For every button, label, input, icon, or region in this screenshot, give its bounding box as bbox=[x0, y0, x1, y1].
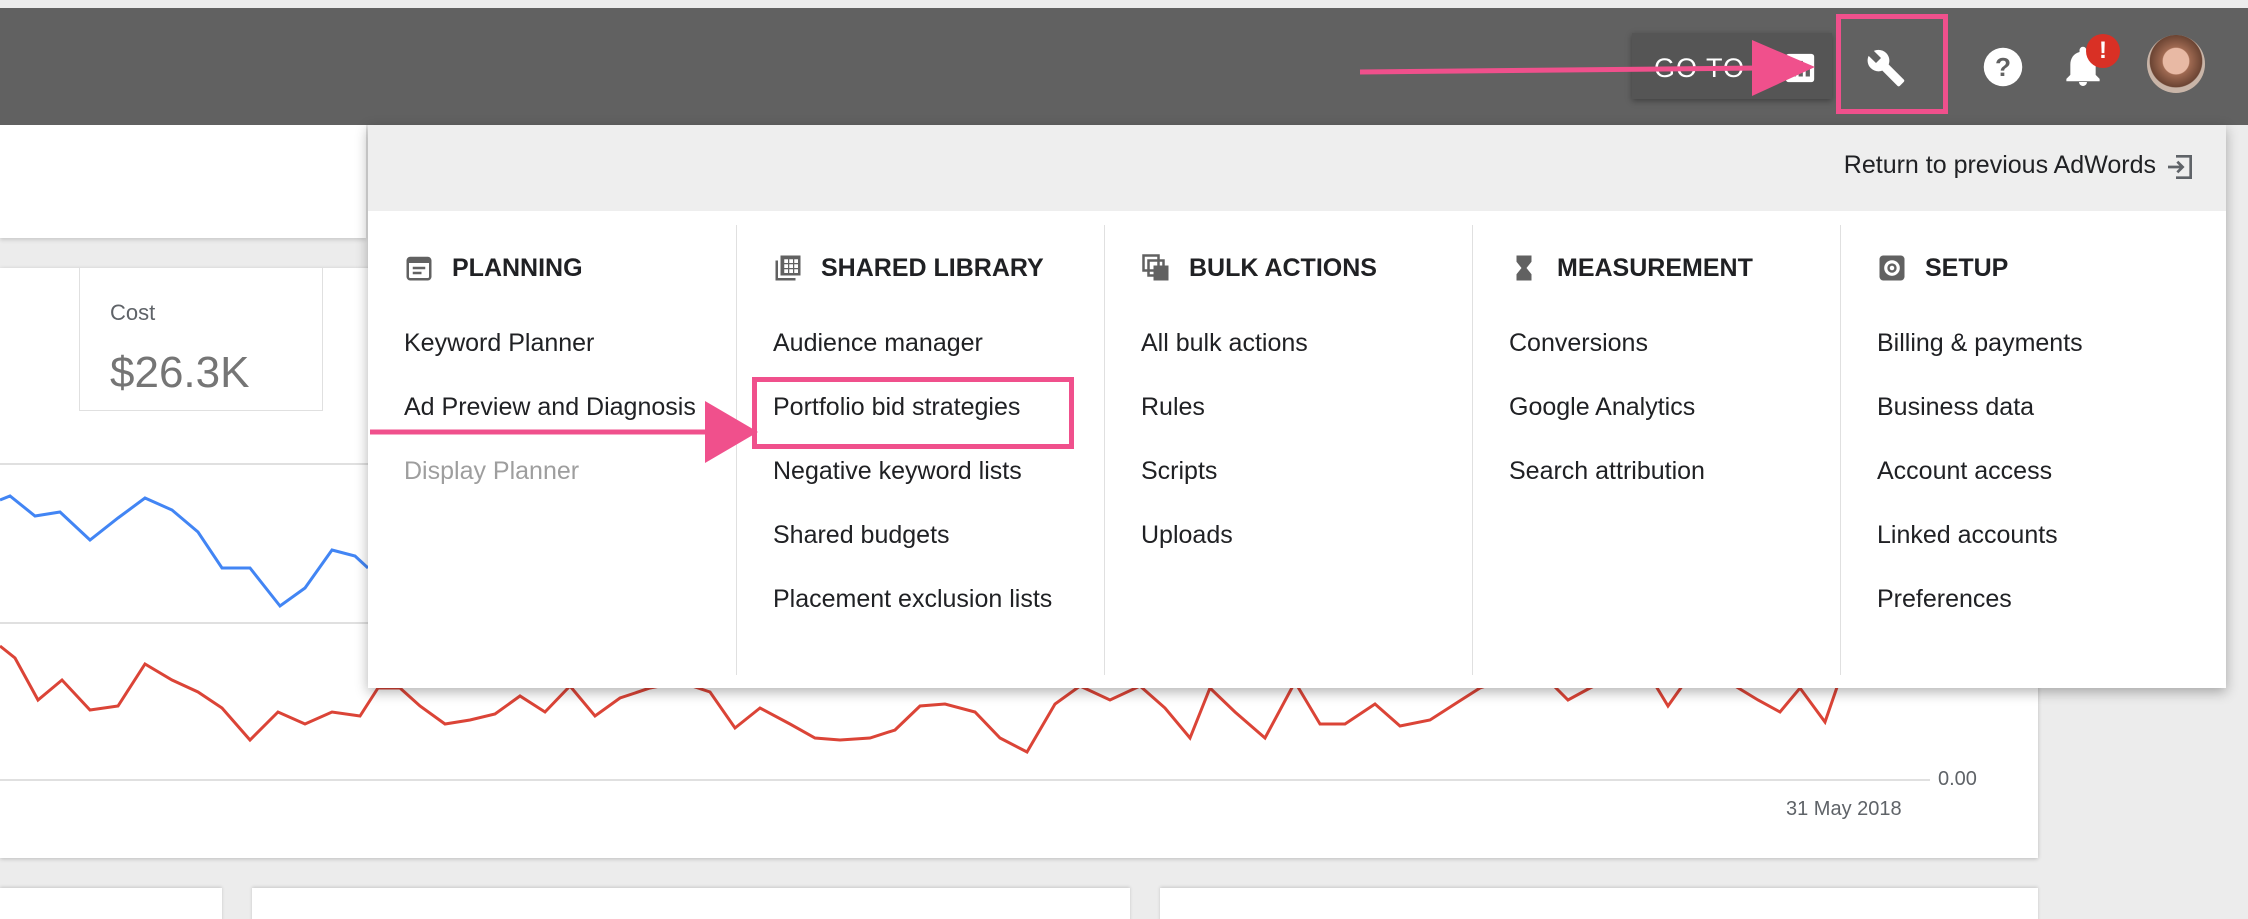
arrow-to-portfolio-icon bbox=[370, 401, 758, 463]
annotation-arrows bbox=[370, 40, 1815, 463]
arrow-to-wrench-icon bbox=[1359, 40, 1815, 96]
